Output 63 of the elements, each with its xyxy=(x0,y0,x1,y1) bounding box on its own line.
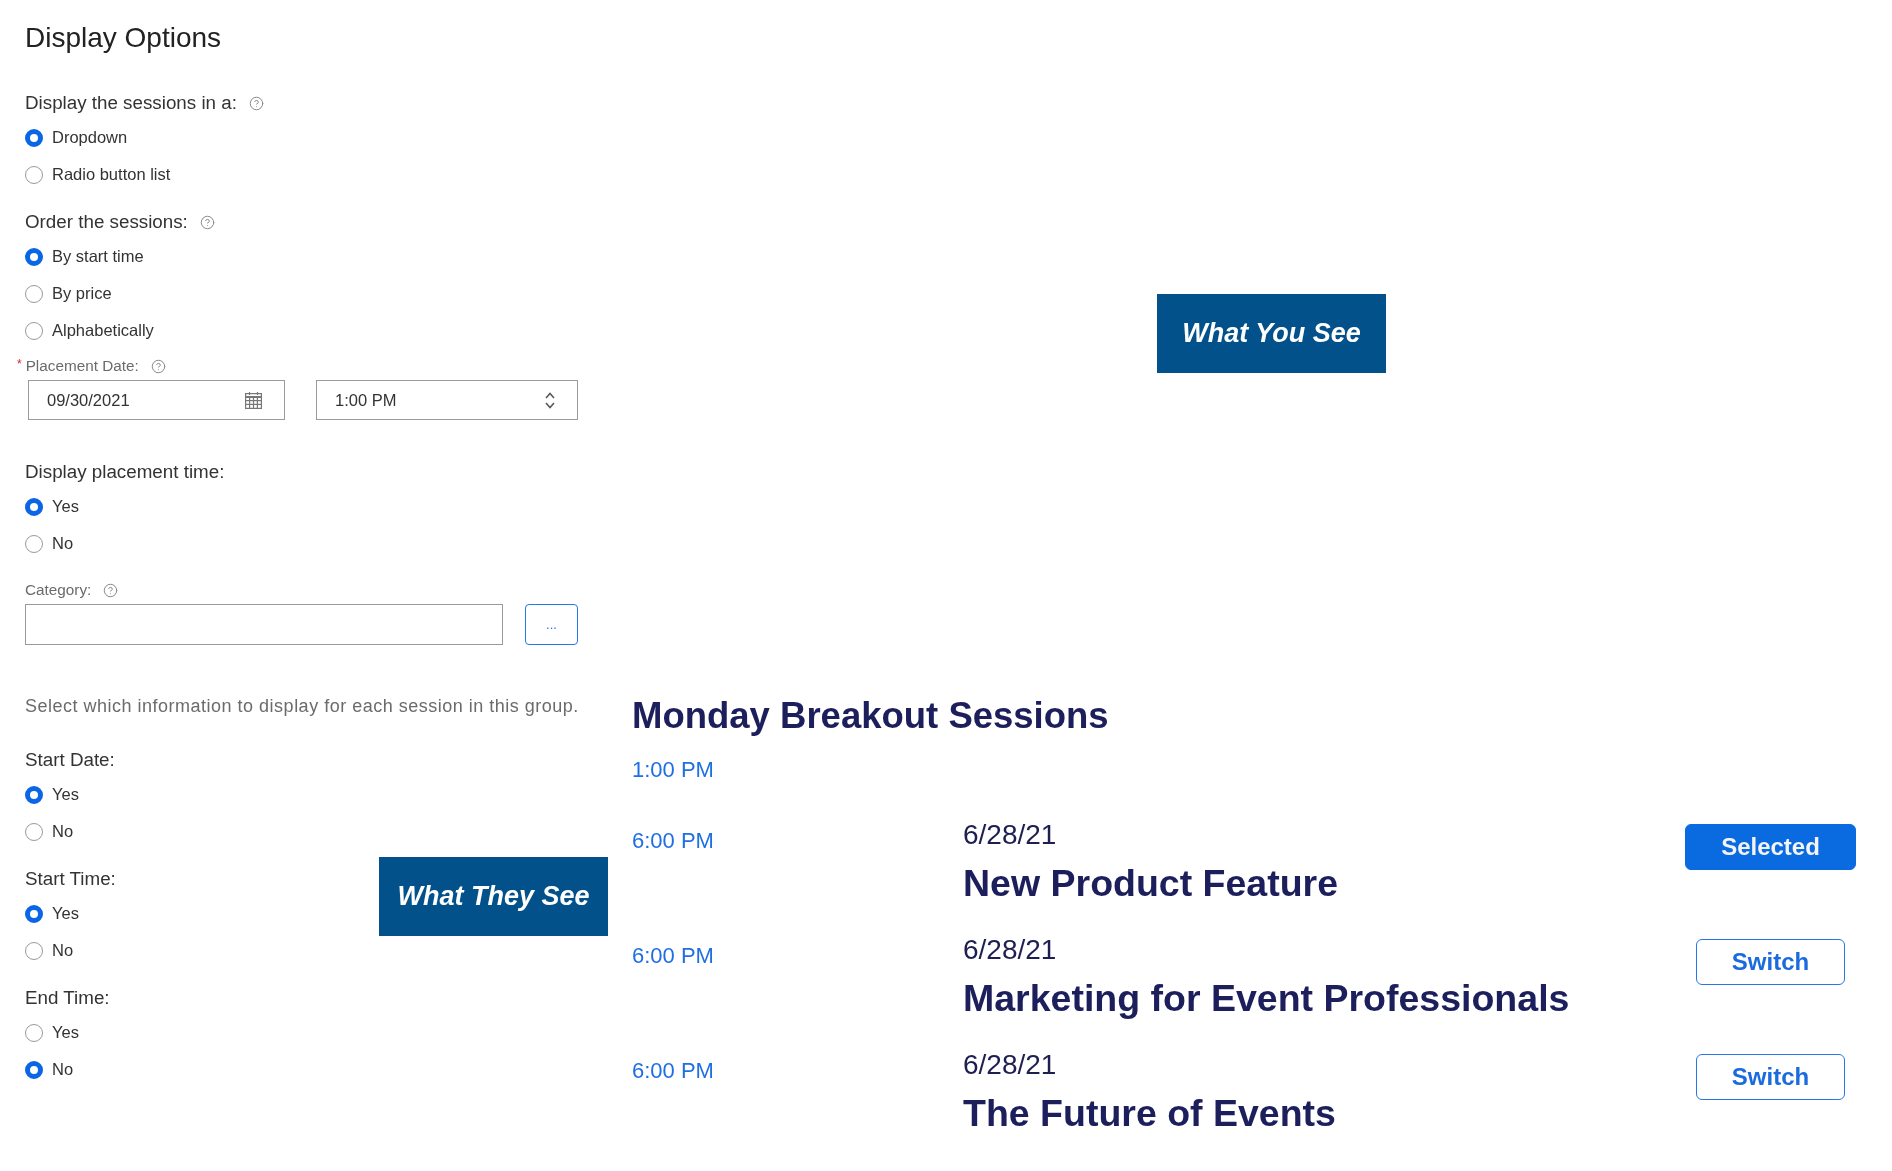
browse-button[interactable]: ... xyxy=(525,604,578,645)
option-label: By start time xyxy=(52,247,144,266)
callout-banner: What You See xyxy=(1157,294,1386,373)
field-label: Placement Date: xyxy=(25,356,139,376)
session-time: 6:00 PM xyxy=(632,1057,714,1085)
category-field[interactable] xyxy=(25,604,503,645)
option-label: Yes xyxy=(52,1023,79,1042)
date-field[interactable]: 09/30/2021 xyxy=(28,380,285,420)
option-label: No xyxy=(52,941,74,960)
group-label: Order the sessions: xyxy=(25,210,188,234)
radio-button[interactable] xyxy=(25,165,43,184)
session-time: 6:00 PM xyxy=(632,942,714,970)
group-label: Display placement time: xyxy=(25,460,225,484)
help-icon[interactable] xyxy=(103,582,119,598)
help-icon[interactable] xyxy=(248,95,264,111)
switch-button[interactable]: Switch xyxy=(1695,1054,1846,1100)
option-label: Dropdown xyxy=(52,128,128,147)
session-date: 6/28/21 xyxy=(963,933,1057,967)
radio-button[interactable] xyxy=(25,904,43,923)
radio-button[interactable] xyxy=(25,822,43,841)
session-title: Marketing for Event Professionals xyxy=(963,976,1570,1020)
radio-button[interactable] xyxy=(25,1023,43,1042)
placement-time: 1:00 PM xyxy=(632,756,714,784)
calendar-icon[interactable] xyxy=(245,391,262,409)
radio-button[interactable] xyxy=(25,128,43,147)
option-label: No xyxy=(52,822,74,841)
session-title: New Product Feature xyxy=(963,861,1339,905)
group-label: Display the sessions in a: xyxy=(25,91,237,115)
radio-button[interactable] xyxy=(25,941,43,960)
switch-button[interactable]: Switch xyxy=(1695,939,1846,985)
option-label: Radio button list xyxy=(52,165,171,184)
session-time: 6:00 PM xyxy=(632,827,714,855)
session-date: 6/28/21 xyxy=(963,1048,1057,1082)
session-date: 6/28/21 xyxy=(963,818,1057,852)
option-label: Yes xyxy=(52,785,79,804)
preview-heading: Monday Breakout Sessions xyxy=(632,694,1109,738)
option-label: Yes xyxy=(52,497,79,516)
group-label: End Time: xyxy=(25,986,110,1010)
radio-button[interactable] xyxy=(25,1060,43,1079)
selected-button[interactable]: Selected xyxy=(1685,824,1856,870)
page-title: Display Options xyxy=(25,21,222,55)
option-label: Yes xyxy=(52,904,79,923)
radio-button[interactable] xyxy=(25,284,43,303)
time-select[interactable]: 1:00 PM xyxy=(316,380,578,420)
option-label: By price xyxy=(52,284,112,303)
radio-button[interactable] xyxy=(25,247,43,266)
option-label: No xyxy=(52,1060,74,1079)
help-icon[interactable] xyxy=(150,358,166,374)
radio-button[interactable] xyxy=(25,321,43,340)
callout-banner: What They See xyxy=(379,857,608,936)
radio-button[interactable] xyxy=(25,534,43,553)
field-label: Category: xyxy=(25,580,92,600)
radio-button[interactable] xyxy=(25,785,43,804)
group-label: Start Date: xyxy=(25,748,115,772)
group-label: Start Time: xyxy=(25,867,116,891)
session-title: The Future of Events xyxy=(963,1091,1336,1135)
option-label: Alphabetically xyxy=(52,321,154,340)
info-text: Select which information to display for each session in this group. xyxy=(25,695,579,717)
help-icon[interactable] xyxy=(199,214,215,230)
required-mark: * xyxy=(17,358,22,370)
radio-button[interactable] xyxy=(25,497,43,516)
option-label: No xyxy=(52,534,74,553)
up-down-chevron-icon[interactable] xyxy=(545,391,555,409)
